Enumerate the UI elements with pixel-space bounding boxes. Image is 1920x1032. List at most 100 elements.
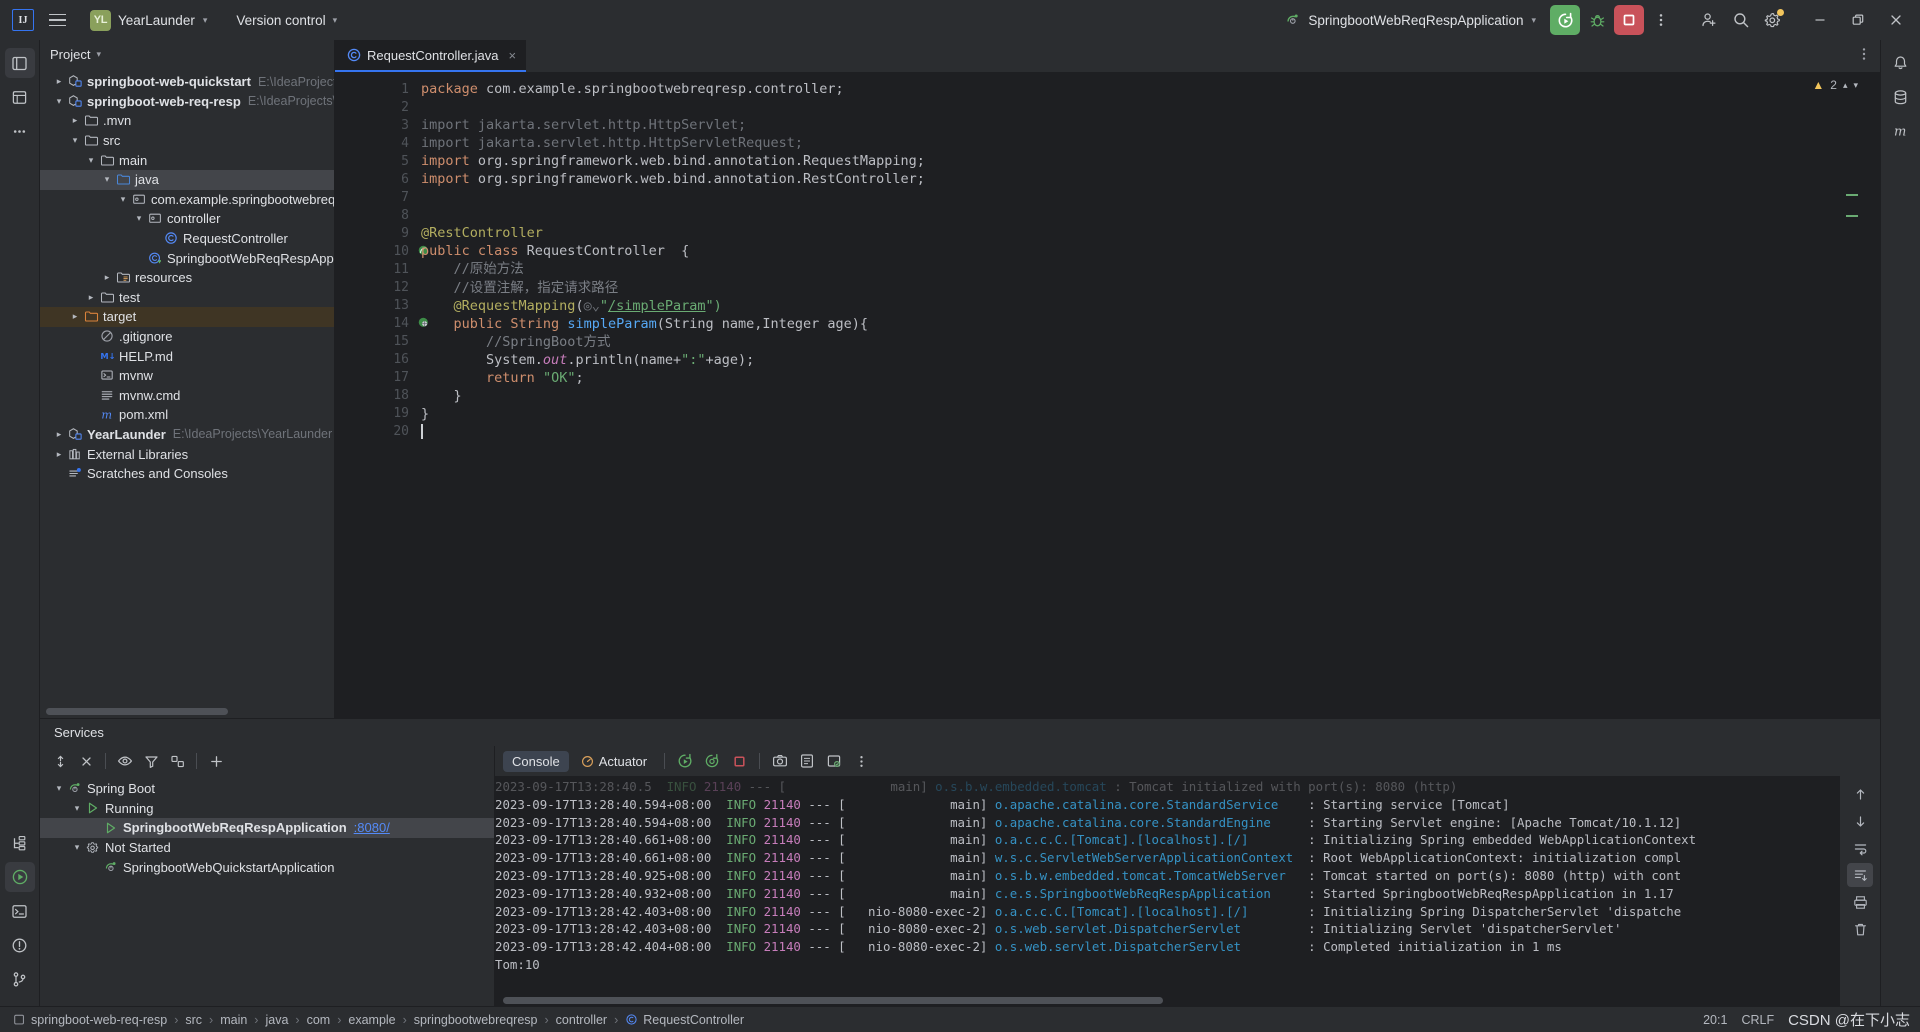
services-tree-item-springbootwebquickstartapplication[interactable]: SpringbootWebQuickstartApplication bbox=[40, 857, 494, 877]
project-tree-item-java[interactable]: ▾ java bbox=[40, 169, 334, 190]
gutter-line-8[interactable]: 8 bbox=[335, 206, 417, 224]
chevron-down-icon[interactable]: ▾ bbox=[1853, 80, 1858, 91]
code-line-16[interactable]: System.out.println(name+":"+age); bbox=[421, 351, 1880, 369]
gutter-line-9[interactable]: 9 bbox=[335, 224, 417, 242]
project-tree-item-com-example-springbootwebreqresp[interactable]: ▾ com.example.springbootwebreqresp bbox=[40, 190, 334, 210]
gutter-line-4[interactable]: 4 bbox=[335, 134, 417, 152]
tool-button-services[interactable] bbox=[4, 862, 35, 892]
project-tree-item-springboot-web-quickstart[interactable]: ▸ springboot-web-quickstart E:\IdeaProject… bbox=[40, 72, 334, 92]
project-tree-item-resources[interactable]: ▸ resources bbox=[40, 268, 334, 288]
services-tree[interactable]: ▾ Spring Boot ▾ Running SpringbootWebReqResp… bbox=[40, 776, 494, 1006]
gutter-line-18[interactable]: 18 bbox=[335, 387, 417, 405]
capture-snapshot-button[interactable] bbox=[768, 749, 792, 773]
chevron-up-icon[interactable]: ▴ bbox=[1843, 80, 1848, 91]
gutter-line-7[interactable]: 7 bbox=[335, 188, 417, 206]
project-tree-item-target[interactable]: ▸ target bbox=[40, 307, 334, 327]
tree-toggle-icon[interactable]: ▾ bbox=[52, 783, 66, 794]
tree-toggle-icon[interactable]: ▸ bbox=[100, 272, 114, 283]
tree-toggle-icon[interactable]: ▸ bbox=[68, 311, 82, 322]
gutter-line-1[interactable]: 1 bbox=[335, 80, 417, 98]
tool-button-commit[interactable] bbox=[5, 82, 35, 112]
editor-code[interactable]: package com.example.springbootwebreqresp… bbox=[417, 72, 1880, 718]
code-line-19[interactable]: } bbox=[421, 405, 1880, 423]
project-tree-item-springbootwebreqrespapplication[interactable]: SpringbootWebReqRespApplication bbox=[40, 248, 334, 268]
breadcrumb-item-com[interactable]: com bbox=[302, 1011, 336, 1029]
project-tree-item-springboot-web-req-resp[interactable]: ▾ springboot-web-req-resp E:\IdeaProjects\… bbox=[40, 92, 334, 112]
console-output[interactable]: 2023-09-17T13:28:40.5 INFO 21140 --- [ m… bbox=[495, 776, 1840, 1006]
scroll-down-button[interactable] bbox=[1847, 809, 1873, 833]
breadcrumb-item-controller[interactable]: controller bbox=[551, 1011, 612, 1029]
project-tree-item-mvnw[interactable]: mvnw bbox=[40, 366, 334, 386]
filter-button[interactable] bbox=[139, 749, 163, 773]
console-horizontal-scrollbar[interactable] bbox=[503, 997, 1163, 1004]
gutter-line-10[interactable]: 10 bbox=[335, 242, 428, 260]
code-line-9[interactable]: @RestController bbox=[421, 224, 1880, 242]
services-tree-item-running[interactable]: ▾ Running bbox=[40, 799, 494, 819]
tool-button-maven[interactable]: m bbox=[1886, 116, 1916, 146]
rerun-failed-button[interactable] bbox=[700, 749, 724, 773]
rerun-button[interactable] bbox=[673, 749, 697, 773]
console-more-button[interactable] bbox=[849, 749, 873, 773]
project-tree-item-yearlaunder[interactable]: ▸ YearLaunder E:\IdeaProjects\YearLaunder bbox=[40, 425, 334, 445]
project-tree-item-external-libraries[interactable]: ▸ External Libraries bbox=[40, 444, 334, 464]
settings-button[interactable] bbox=[1758, 5, 1788, 35]
tree-toggle-icon[interactable]: ▾ bbox=[52, 96, 66, 107]
editor-tabs-options-button[interactable] bbox=[1856, 46, 1872, 62]
project-panel-header[interactable]: Project ▾ bbox=[40, 40, 334, 68]
tool-button-problems[interactable] bbox=[5, 930, 35, 960]
gutter-line-11[interactable]: 11 bbox=[335, 260, 417, 278]
print-button[interactable] bbox=[1847, 890, 1873, 914]
close-window-button[interactable] bbox=[1878, 5, 1914, 35]
project-tree-item-scratches-and-consoles[interactable]: Scratches and Consoles bbox=[40, 464, 334, 484]
tool-button-git[interactable] bbox=[5, 964, 35, 994]
collapse-all-button[interactable] bbox=[74, 749, 98, 773]
tree-toggle-icon[interactable]: ▸ bbox=[52, 76, 66, 87]
services-tree-item-springbootwebreqrespapplication[interactable]: SpringbootWebReqRespApplication:8080/ bbox=[40, 818, 494, 838]
project-selector[interactable]: YL YearLaunder ▾ bbox=[82, 6, 215, 35]
breadcrumb-item-src[interactable]: src bbox=[180, 1011, 207, 1029]
code-line-4[interactable]: import jakarta.servlet.http.HttpServletR… bbox=[421, 134, 1880, 152]
services-tree-item-not-started[interactable]: ▾ Not Started bbox=[40, 838, 494, 858]
services-tree-item-spring-boot[interactable]: ▾ Spring Boot bbox=[40, 779, 494, 799]
group-button[interactable] bbox=[165, 749, 189, 773]
run-configuration-selector[interactable]: SpringbootWebReqRespApplication ▾ bbox=[1277, 8, 1544, 32]
gutter-line-20[interactable]: 20 bbox=[335, 423, 417, 441]
more-actions-button[interactable] bbox=[1646, 5, 1676, 35]
stop-console-button[interactable] bbox=[727, 749, 751, 773]
add-service-button[interactable] bbox=[204, 749, 228, 773]
code-line-12[interactable]: //设置注解，指定请求路径 bbox=[421, 279, 1880, 297]
gutter-line-19[interactable]: 19 bbox=[335, 405, 417, 423]
gutter-line-6[interactable]: 6 bbox=[335, 170, 417, 188]
inspection-widget[interactable]: ▲ 2 ▴ ▾ bbox=[1812, 78, 1858, 92]
tree-toggle-icon[interactable]: ▾ bbox=[100, 174, 114, 185]
code-line-18[interactable]: } bbox=[421, 387, 1880, 405]
breadcrumb-item-springbootwebreqresp[interactable]: springbootwebreqresp bbox=[409, 1011, 543, 1029]
code-line-13[interactable]: @RequestMapping(◎⌄"/simpleParam") bbox=[421, 297, 1880, 315]
tool-button-more[interactable] bbox=[5, 116, 35, 146]
maximize-window-button[interactable] bbox=[1840, 5, 1876, 35]
project-tree-item-pom-xml[interactable]: m pom.xml bbox=[40, 405, 334, 425]
tree-toggle-icon[interactable]: ▾ bbox=[132, 213, 146, 224]
tree-toggle-icon[interactable]: ▾ bbox=[116, 194, 130, 205]
code-line-11[interactable]: //原始方法 bbox=[421, 260, 1880, 278]
project-tree-item-mvnw-cmd[interactable]: mvnw.cmd bbox=[40, 386, 334, 406]
tree-toggle-icon[interactable]: ▸ bbox=[68, 115, 82, 126]
version-control-selector[interactable]: Version control ▾ bbox=[227, 9, 346, 32]
line-separator[interactable]: CRLF bbox=[1741, 1013, 1774, 1027]
project-tree-item-controller[interactable]: ▾ controller bbox=[40, 209, 334, 229]
breadcrumb-item-springboot-web-req-resp[interactable]: springboot-web-req-resp bbox=[8, 1011, 172, 1029]
breadcrumb-item-main[interactable]: main bbox=[215, 1011, 252, 1029]
gutter-line-15[interactable]: 15 bbox=[335, 333, 417, 351]
tree-toggle-icon[interactable]: ▸ bbox=[84, 292, 98, 303]
project-tree[interactable]: ▸ springboot-web-quickstart E:\IdeaProject… bbox=[40, 68, 334, 718]
project-tree-item--mvn[interactable]: ▸ .mvn bbox=[40, 111, 334, 131]
scroll-up-button[interactable] bbox=[1847, 782, 1873, 806]
project-tree-horizontal-scrollbar[interactable] bbox=[46, 708, 228, 715]
gutter-line-17[interactable]: 17 bbox=[335, 369, 417, 387]
project-tree-item-help-md[interactable]: M↓ HELP.md bbox=[40, 346, 334, 366]
tree-toggle-icon[interactable]: ▾ bbox=[70, 842, 84, 853]
tree-toggle-icon[interactable]: ▾ bbox=[84, 155, 98, 166]
gutter-line-12[interactable]: 12 bbox=[335, 279, 417, 297]
clear-console-button[interactable] bbox=[1847, 917, 1873, 941]
stop-button[interactable] bbox=[1614, 5, 1644, 35]
